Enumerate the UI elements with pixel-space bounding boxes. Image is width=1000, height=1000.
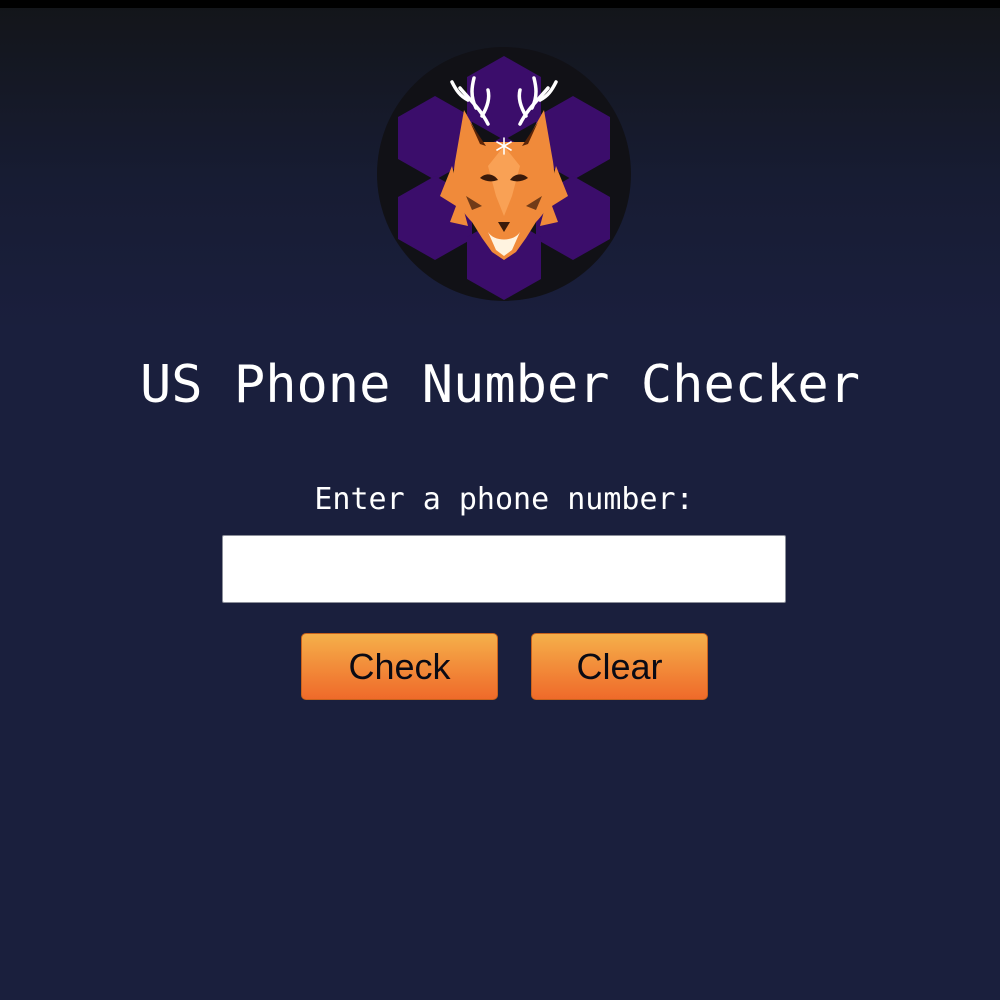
fox-logo-icon: [376, 46, 632, 302]
phone-number-input[interactable]: [222, 535, 786, 603]
clear-button[interactable]: Clear: [531, 633, 708, 700]
top-border: [0, 0, 1000, 8]
page-title: US Phone Number Checker: [139, 355, 861, 415]
phone-input-label: Enter a phone number:: [314, 482, 694, 517]
check-button[interactable]: Check: [301, 633, 498, 700]
